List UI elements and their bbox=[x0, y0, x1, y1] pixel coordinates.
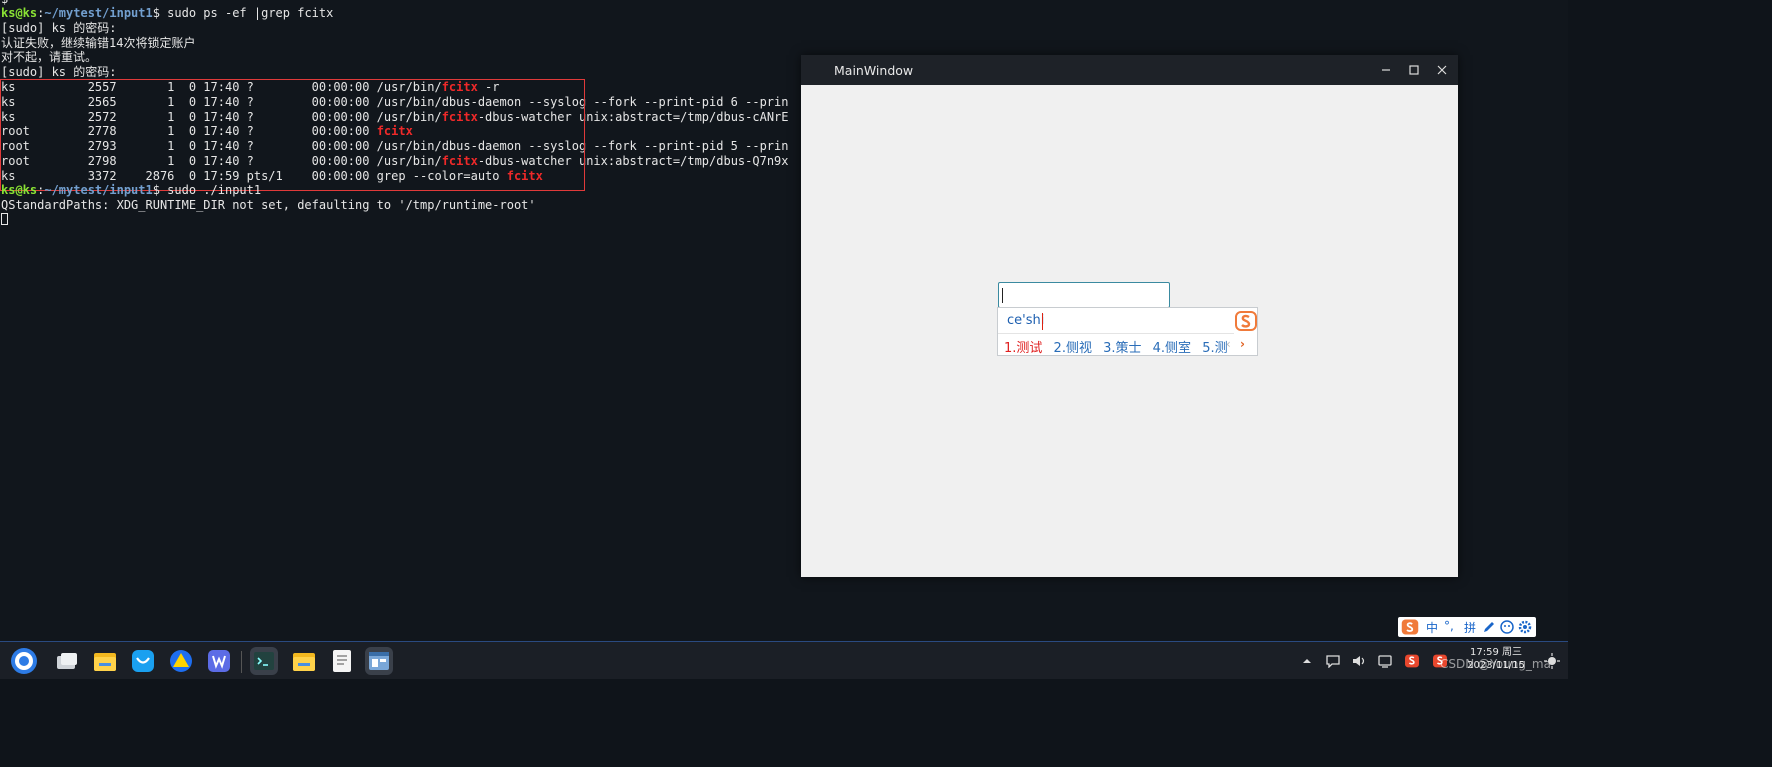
minimize-button[interactable] bbox=[1378, 62, 1394, 78]
input-caret bbox=[1002, 288, 1003, 303]
text-input[interactable] bbox=[998, 282, 1170, 308]
taskbar-divider bbox=[241, 651, 242, 673]
prompt-path: ~/mytest/input1 bbox=[44, 183, 153, 197]
prompt-user: ks@ks bbox=[1, 6, 38, 20]
mainwindow-task[interactable] bbox=[365, 647, 393, 675]
main-window[interactable]: MainWindow ce'shi 1.测试 2.侧视 3.策士 4.侧室 5.… bbox=[801, 55, 1458, 577]
sogou-logo-icon bbox=[1235, 311, 1257, 331]
ime-punct-toggle[interactable]: °, bbox=[1444, 619, 1454, 633]
ime-status-toolbar[interactable]: 中 °, 拼 bbox=[1398, 617, 1536, 637]
notification-icon[interactable] bbox=[1326, 655, 1340, 668]
qt-app-icon bbox=[369, 652, 389, 670]
sogou-tray-icon[interactable] bbox=[1404, 654, 1420, 668]
wps-office-icon[interactable] bbox=[205, 647, 233, 675]
ime-candidate[interactable]: 3.策士 bbox=[1103, 337, 1141, 356]
ime-separator bbox=[998, 333, 1234, 334]
skin-icon[interactable] bbox=[1500, 620, 1514, 634]
close-button[interactable] bbox=[1434, 62, 1450, 78]
taskbar: 17:59 周三 2023/11/15 CSDN @Young_ma bbox=[0, 641, 1568, 679]
ime-lang-toggle[interactable]: 中 bbox=[1426, 619, 1438, 636]
terminal-task[interactable] bbox=[250, 647, 278, 675]
ime-candidate[interactable]: 1.测试 bbox=[1004, 337, 1042, 356]
multitask-view-icon[interactable] bbox=[53, 647, 81, 675]
file-manager-icon[interactable] bbox=[91, 647, 119, 675]
ime-preedit-caret bbox=[1042, 313, 1043, 330]
ime-prev-page-button[interactable]: ‹ bbox=[1226, 337, 1231, 351]
ime-candidate[interactable]: 4.侧室 bbox=[1153, 337, 1191, 356]
window-title: MainWindow bbox=[834, 63, 914, 78]
prompt-user: ks@ks bbox=[1, 183, 38, 197]
terminal-warning: QStandardPaths: XDG_RUNTIME_DIR not set,… bbox=[1, 198, 536, 212]
ime-candidate[interactable]: 5.测 bbox=[1202, 337, 1227, 356]
start-menu-icon[interactable] bbox=[10, 647, 38, 675]
terminal-prompt: ks@ks:~/mytest/input1$ sudo ./input1 bbox=[1, 183, 262, 197]
ime-preedit-text: ce'shi bbox=[1007, 313, 1045, 328]
ime-candidate[interactable]: 2.侧视 bbox=[1054, 337, 1092, 356]
prompt-command: $ sudo ps -ef |grep fcitx bbox=[152, 6, 334, 20]
terminal-line: [sudo] ks 的密码: bbox=[1, 21, 117, 35]
terminal-line: 对不起，请重试。 bbox=[1, 50, 98, 64]
sogou-logo-icon[interactable] bbox=[1400, 618, 1420, 636]
terminal-cursor bbox=[1, 213, 8, 225]
window-titlebar[interactable]: MainWindow bbox=[801, 55, 1458, 85]
file-manager-task-icon[interactable] bbox=[290, 647, 318, 675]
terminal-icon bbox=[254, 652, 274, 670]
terminal-prompt: ks@ks:~/mytest/input1$ sudo ps -ef |grep… bbox=[1, 6, 334, 20]
browser-icon[interactable] bbox=[167, 647, 195, 675]
night-mode-icon[interactable] bbox=[1544, 653, 1560, 669]
prompt-command: $ sudo ./input1 bbox=[152, 183, 262, 197]
ime-mode-toggle[interactable]: 拼 bbox=[1464, 619, 1476, 636]
watermark: CSDN @Young_ma bbox=[1440, 657, 1551, 671]
terminal-line: 认证失败，继续输错14次将锁定账户 bbox=[1, 36, 196, 50]
terminal-line: [sudo] ks 的密码: bbox=[1, 65, 117, 79]
maximize-button[interactable] bbox=[1406, 62, 1422, 78]
ime-candidate-popup[interactable]: ce'shi 1.测试 2.侧视 3.策士 4.侧室 5.测 ‹ › bbox=[997, 307, 1258, 356]
prompt-path: ~/mytest/input1 bbox=[44, 6, 153, 20]
volume-icon[interactable] bbox=[1352, 654, 1366, 668]
ime-candidate-list: 1.测试 2.侧视 3.策士 4.侧室 5.测 bbox=[1004, 337, 1235, 356]
app-store-icon[interactable] bbox=[129, 647, 157, 675]
ime-next-page-button[interactable]: › bbox=[1240, 337, 1245, 351]
gear-icon[interactable] bbox=[1518, 620, 1532, 634]
pen-icon[interactable] bbox=[1482, 620, 1496, 634]
network-icon[interactable] bbox=[1378, 654, 1394, 668]
ps-highlight-box bbox=[0, 79, 585, 191]
text-editor-icon[interactable] bbox=[328, 647, 356, 675]
tray-expand-icon[interactable] bbox=[1302, 656, 1312, 666]
